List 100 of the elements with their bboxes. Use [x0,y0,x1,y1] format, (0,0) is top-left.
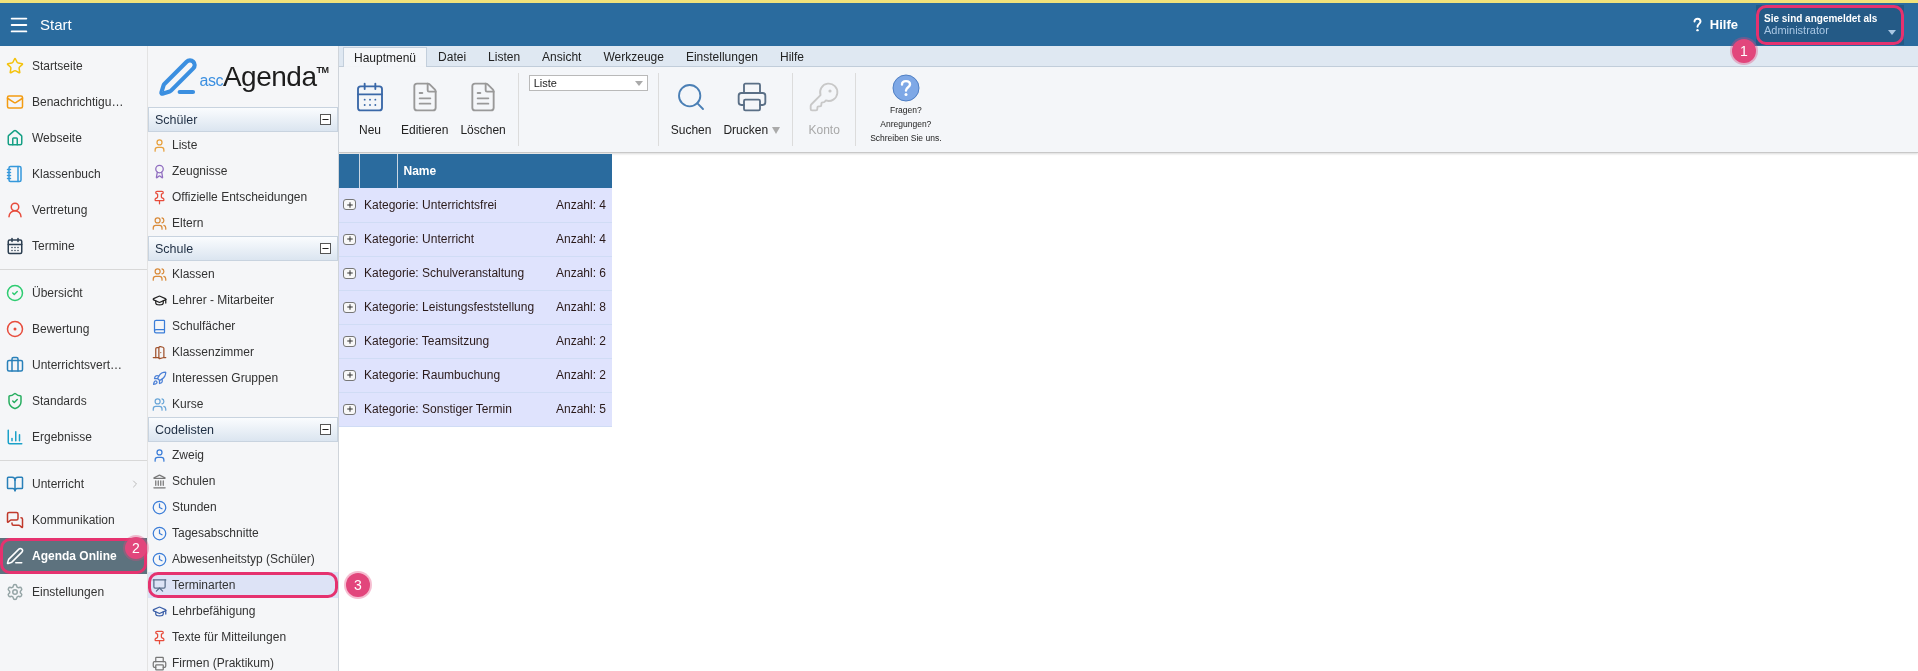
sidebar-item[interactable]: Standards [0,383,147,419]
section-title: Schule [155,241,194,256]
help-icon [1692,17,1702,32]
expand-button[interactable] [343,403,356,415]
feedback-link[interactable]: Fragen? Anregungen? Schreiben Sie uns. [862,73,950,145]
plus-icon [345,235,354,243]
nav-item[interactable]: Eltern [148,210,338,236]
nav-item[interactable]: Texte für Mitteilungen [148,624,338,650]
nav-item[interactable]: Zweig [148,442,338,468]
help-link[interactable]: Hilfe [1692,17,1738,32]
nav-item[interactable]: Lehrer - Mitarbeiter [148,287,338,313]
ribbon-tab[interactable]: Listen [477,47,532,66]
sidebar-item[interactable]: Kommunikation [0,502,147,538]
nav-item[interactable]: Liste [148,132,338,158]
sidebar-item[interactable]: Einstellungen [0,574,147,610]
nav-item[interactable]: Schulen [148,468,338,494]
book-icon [6,475,24,493]
count-label: Anzahl: 5 [555,402,606,416]
calendar-icon [354,81,386,113]
board-icon [152,577,167,593]
pin-icon [152,189,167,205]
expand-button[interactable] [343,301,356,313]
person-icon [6,201,24,219]
sidebar-item[interactable]: Übersicht [0,275,147,311]
column-header[interactable]: Name [397,154,612,188]
category-name: Kategorie: Sonstiger Termin [364,402,513,416]
toolbar-button[interactable]: Neu [345,73,395,137]
count-label: Anzahl: 6 [555,266,606,280]
building-icon [152,473,167,489]
nav-item[interactable]: Klassen [148,261,338,287]
collapse-toggle[interactable] [320,424,331,435]
ribbon-tab[interactable]: Hauptmenü [343,47,428,67]
nav-item[interactable]: Abwesenheitstyp (Schüler) [148,546,338,572]
house-icon [6,129,24,147]
ribbon-tab[interactable]: Datei [427,47,478,66]
nav-item[interactable]: Interessen Gruppen [148,365,338,391]
people-icon [152,215,167,231]
graduation-cap-icon [152,292,167,308]
expand-button[interactable] [343,199,356,211]
nav-item[interactable]: Offizielle Entscheidungen [148,184,338,210]
sidebar-item[interactable]: Benachrichtigu… [0,84,147,120]
collapse-toggle[interactable] [320,243,331,254]
group-row[interactable]: Kategorie: Schulveranstaltung Anzahl: 6 [339,256,612,290]
toolbar-button[interactable]: Editieren [395,73,455,137]
notebook-icon [6,165,24,183]
group-row[interactable]: Kategorie: Unterricht Anzahl: 4 [339,222,612,256]
count-label: Anzahl: 4 [555,197,606,212]
sidebar-item[interactable]: Termine [0,228,147,264]
clock-icon [152,499,167,515]
sidebar-item[interactable]: Klassenbuch [0,156,147,192]
clock-icon [152,525,167,541]
door-icon [152,344,167,360]
nav-item[interactable]: Firmen (Praktikum) [148,650,338,671]
plus-icon [345,405,354,413]
caret-icon [772,126,781,134]
ribbon-tab[interactable]: Hilfe [769,47,815,66]
shield-icon [6,392,24,410]
sidebar-item[interactable]: Webseite [0,120,147,156]
sidebar-item[interactable]: Unterrichtsvert… [0,347,147,383]
nav-item[interactable]: Tagesabschnitte [148,520,338,546]
nav-item[interactable]: Lehrbefähigung [148,598,338,624]
group-row[interactable]: Kategorie: Unterrichtsfrei Anzahl: 4 [339,188,612,222]
ribbon-tab[interactable]: Werkzeuge [592,47,675,66]
people-icon [152,396,167,412]
group-row[interactable]: Kategorie: Leistungsfeststellung Anzahl: 8 [339,290,612,324]
star-icon [6,57,24,75]
group-row[interactable]: Kategorie: Raumbuchung Anzahl: 2 [339,358,612,392]
category-name: Kategorie: Unterricht [364,232,476,246]
nav-item[interactable]: Klassenzimmer [148,339,338,365]
plus-icon [345,371,354,379]
sidebar-item[interactable]: Startseite [0,48,147,84]
sidebar-item[interactable]: Vertretung [0,192,147,228]
group-row[interactable]: Kategorie: Sonstiger Termin Anzahl: 5 [339,392,612,426]
nav-item[interactable]: Stunden [148,494,338,520]
sidebar-item[interactable]: Unterricht [0,466,147,502]
sidebar-item[interactable]: Ergebnisse [0,419,147,455]
expand-button[interactable] [343,335,356,347]
expand-button[interactable] [343,233,356,245]
ribbon-tab[interactable]: Ansicht [531,47,593,66]
step-badge: 2 [125,537,147,559]
nav-item[interactable]: Zeugnisse [148,158,338,184]
category-name: Kategorie: Schulveranstaltung [364,266,526,280]
chat-icon [6,511,24,529]
calendar-icon [6,237,24,255]
expand-button[interactable] [343,369,356,381]
toolbar-button[interactable]: Suchen [664,73,718,137]
expand-button[interactable] [343,267,356,279]
view-select[interactable]: Liste [528,75,648,91]
caret-icon [1888,29,1896,35]
nav-item[interactable]: Kurse [148,391,338,417]
nav-item[interactable]: Schulfächer [148,313,338,339]
count-label: Anzahl: 2 [555,334,606,348]
ribbon-tab[interactable]: Einstellungen [674,47,769,66]
toolbar-button[interactable]: Drucken [717,73,787,137]
sidebar-item[interactable]: Bewertung [0,311,147,347]
toolbar-button[interactable]: Löschen [454,73,512,137]
key-icon [808,81,841,113]
plus-icon [345,337,354,345]
collapse-toggle[interactable] [320,114,331,125]
group-row[interactable]: Kategorie: Teamsitzung Anzahl: 2 [339,324,612,358]
